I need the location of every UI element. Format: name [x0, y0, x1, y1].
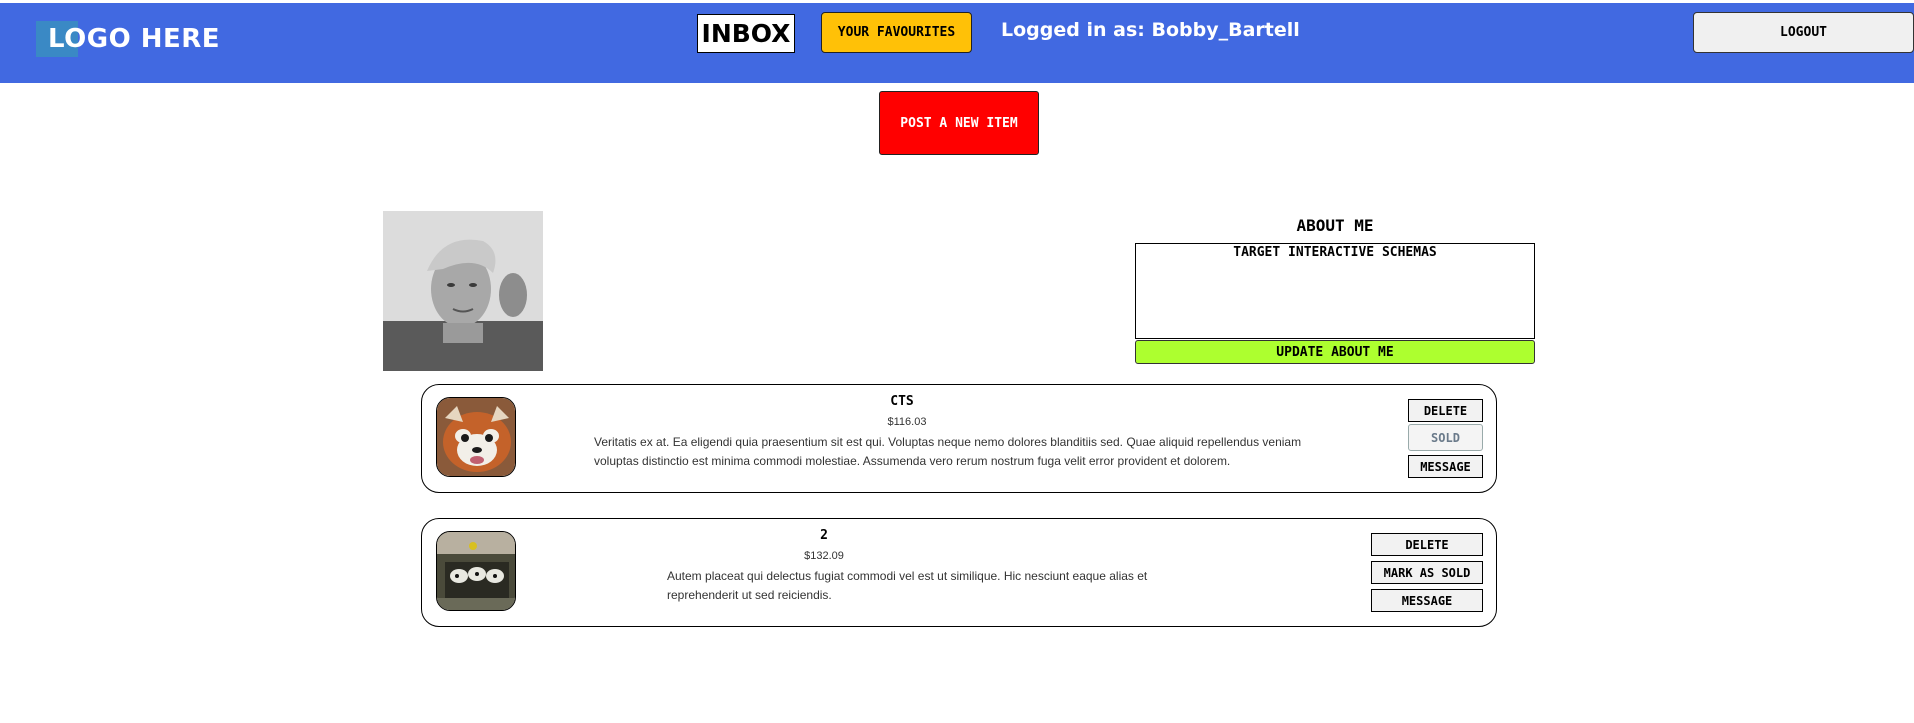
- about-me-heading: ABOUT ME: [1296, 216, 1374, 235]
- delete-button[interactable]: DELETE: [1408, 399, 1483, 422]
- item-description-line: Autem placeat qui delectus fugiat commod…: [667, 569, 1148, 583]
- logout-button[interactable]: LOGOUT: [1693, 12, 1914, 53]
- item-image[interactable]: [436, 397, 516, 477]
- about-me-textarea[interactable]: TARGET INTERACTIVE SCHEMAS: [1135, 243, 1535, 339]
- item-description: Veritatis ex at. Ea eligendi quia praese…: [594, 433, 1334, 471]
- item-title: CTS: [890, 394, 914, 409]
- update-about-me-button[interactable]: UPDATE ABOUT ME: [1135, 340, 1535, 364]
- message-button[interactable]: MESSAGE: [1408, 455, 1483, 478]
- item-description: Autem placeat qui delectus fugiat commod…: [667, 567, 1187, 605]
- sold-button[interactable]: SOLD: [1408, 424, 1483, 451]
- delete-button[interactable]: DELETE: [1371, 533, 1483, 556]
- logged-in-status: Logged in as: Bobby_Bartell: [1001, 19, 1300, 41]
- item-description-line: reprehenderit ut sed reiciendis.: [667, 588, 832, 602]
- post-new-item-button[interactable]: POST A NEW ITEM: [879, 91, 1039, 155]
- favourites-button[interactable]: YOUR FAVOURITES: [821, 12, 972, 53]
- item-description-line: Veritatis ex at. Ea eligendi quia praese…: [594, 435, 1302, 449]
- item-title: 2: [820, 528, 828, 543]
- item-description-line: voluptas distinctio est minima commodi m…: [594, 454, 1231, 468]
- inbox-button[interactable]: INBOX: [697, 14, 795, 53]
- item-price: $116.03: [887, 416, 927, 428]
- mark-as-sold-button[interactable]: MARK AS SOLD: [1371, 561, 1483, 584]
- item-card: CTS $116.03 Veritatis ex at. Ea eligendi…: [421, 384, 1497, 493]
- message-button[interactable]: MESSAGE: [1371, 589, 1483, 612]
- profile-photo: [383, 211, 543, 371]
- logo[interactable]: LOGO HERE: [48, 21, 220, 57]
- top-navbar: LOGO HERE INBOX YOUR FAVOURITES Logged i…: [0, 3, 1914, 83]
- item-price: $132.09: [804, 550, 844, 562]
- item-image[interactable]: [436, 531, 516, 611]
- item-card: 2 $132.09 Autem placeat qui delectus fug…: [421, 518, 1497, 627]
